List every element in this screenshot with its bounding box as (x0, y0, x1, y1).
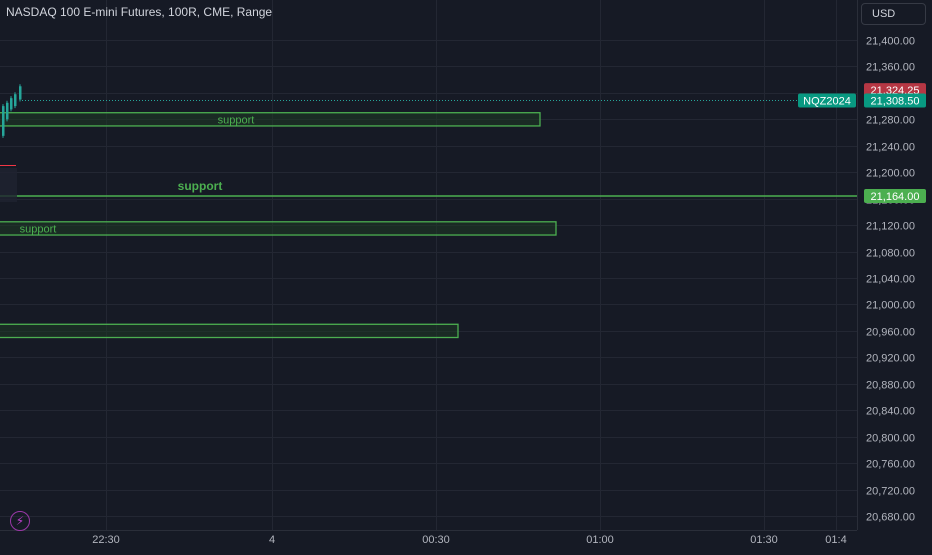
candle-body (6, 102, 9, 120)
y-tick-label: 20,880.00 (866, 380, 915, 392)
chart-canvas[interactable]: 21,400.0021,360.0021,320.0021,280.0021,2… (0, 0, 932, 550)
symbol-tag-label: NQZ2024 (803, 96, 851, 108)
x-tick-label: 01:4 (825, 534, 846, 546)
y-tick-label: 21,280.00 (866, 115, 915, 127)
lightning-bolt-icon[interactable]: ⚡ (10, 511, 30, 531)
y-tick-label: 21,240.00 (866, 142, 915, 154)
x-tick-label: 4 (269, 534, 275, 546)
y-tick-label: 21,040.00 (866, 274, 915, 286)
support-zone-label: support (20, 223, 57, 235)
y-tick-label: 20,760.00 (866, 459, 915, 471)
candle-body (14, 94, 17, 107)
y-tick-label: 20,680.00 (866, 512, 915, 524)
y-tick-label: 21,000.00 (866, 300, 915, 312)
chart-title: NASDAQ 100 E-mini Futures, 100R, CME, Ra… (6, 5, 273, 19)
y-tick-label: 20,840.00 (866, 406, 915, 418)
y-tick-label: 20,800.00 (866, 433, 915, 445)
price-tag-current-label: 21,308.50 (871, 96, 920, 108)
support-line-label: support (178, 179, 223, 193)
price-tag-support-label: 21,164.00 (871, 191, 920, 203)
candle-body (10, 98, 13, 110)
y-tick-label: 20,960.00 (866, 327, 915, 339)
support-zone (0, 323, 459, 339)
x-tick-label: 01:00 (586, 534, 614, 546)
y-tick-label: 21,120.00 (866, 221, 915, 233)
support-zone (0, 112, 541, 127)
shaded-area (0, 168, 17, 202)
y-tick-label: 21,360.00 (866, 62, 915, 74)
x-tick-label: 22:30 (92, 534, 120, 546)
chart-background (0, 0, 932, 550)
x-tick-label: 01:30 (750, 534, 778, 546)
y-tick-label: 20,920.00 (866, 353, 915, 365)
y-tick-label: 21,080.00 (866, 248, 915, 260)
y-tick-label: 21,400.00 (866, 36, 915, 48)
candle-body (19, 86, 22, 100)
candle-body (2, 106, 5, 136)
y-tick-label: 20,720.00 (866, 486, 915, 498)
x-tick-label: 00:30 (422, 534, 450, 546)
support-zone (0, 221, 557, 236)
y-tick-label: 21,200.00 (866, 168, 915, 180)
chart-root: 21,400.0021,360.0021,320.0021,280.0021,2… (0, 0, 932, 550)
support-zone-label: support (218, 114, 255, 126)
currency-button[interactable]: USD (861, 3, 926, 25)
